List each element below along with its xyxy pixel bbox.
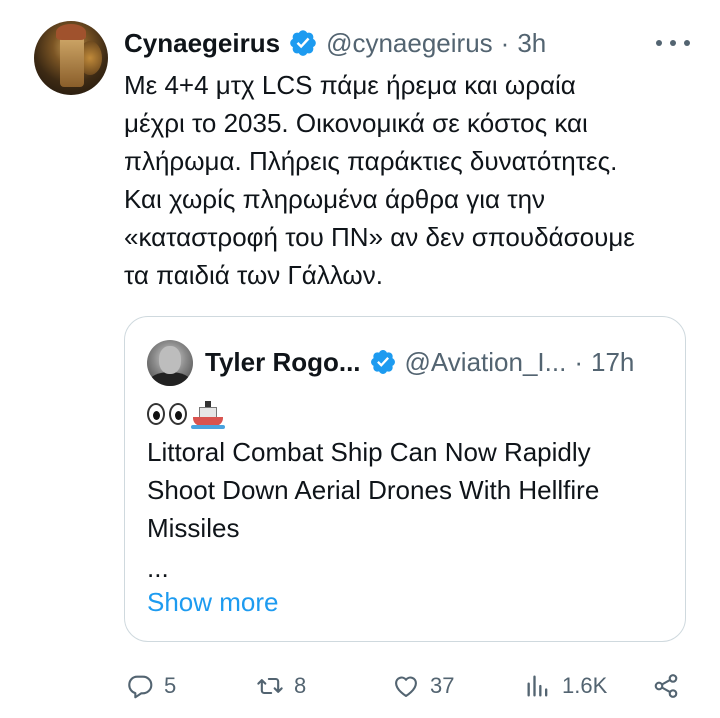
share-button[interactable]	[652, 664, 680, 708]
verified-badge-icon[interactable]	[369, 348, 397, 376]
more-options-icon[interactable]	[656, 38, 690, 48]
quoted-tweet-card[interactable]: Tyler Rogo... @Aviation_I... · 17h Litto…	[124, 316, 686, 642]
tweet-actions-bar: 5 8 37 1.6K	[124, 664, 694, 708]
header-separator: ·	[500, 27, 510, 58]
views-button[interactable]: 1.6K	[524, 664, 607, 708]
tweet-text-line: Με 4+4 μτχ LCS πάμε ήρεμα και ωραία	[124, 70, 576, 100]
quoted-author-avatar[interactable]	[147, 340, 193, 386]
author-name[interactable]: Cynaegeirus	[124, 28, 280, 59]
quoted-text-ellipsis: ...	[147, 553, 169, 583]
quoted-tweet-header: Tyler Rogo... @Aviation_I... · 17h	[205, 344, 634, 380]
avatar-face-shape	[159, 346, 181, 374]
tweet-text-line: πλήρωμα. Πλήρεις παράκτιες δυνατότητες.	[124, 146, 618, 176]
reply-count: 5	[164, 673, 177, 698]
quoted-text-line: Shoot Down Aerial Drones With Hellfire	[147, 475, 600, 505]
retweet-icon	[257, 677, 283, 695]
quoted-text-line: Missiles	[147, 513, 240, 543]
tweet-text-line: μέχρι το 2035. Οικονομικά σε κόστος και	[124, 108, 588, 138]
retweet-button[interactable]: 8	[256, 664, 306, 708]
retweet-count: 8	[294, 673, 307, 698]
reply-button[interactable]: 5	[126, 664, 176, 708]
tweet-text-line: Και χωρίς πληρωμένα άρθρα για την	[124, 184, 546, 214]
header-separator: ·	[574, 346, 583, 377]
quoted-author-name[interactable]: Tyler Rogo...	[205, 347, 361, 378]
eyes-emoji-icon	[147, 403, 165, 425]
tweet-header: Cynaegeirus @cynaegeirus · 3h	[124, 26, 546, 60]
show-more-link[interactable]: Show more	[147, 585, 279, 619]
ship-emoji-icon	[191, 399, 225, 429]
quoted-text-line: Littoral Combat Ship Can Now Rapidly	[147, 437, 591, 467]
views-count: 1.6K	[562, 673, 608, 698]
author-handle[interactable]: @cynaegeirus	[326, 28, 493, 59]
views-icon	[527, 675, 548, 697]
reply-icon	[128, 675, 153, 699]
quoted-tweet-text: Littoral Combat Ship Can Now Rapidly Sho…	[147, 433, 667, 547]
tweet-timestamp[interactable]: 3h	[517, 28, 546, 59]
like-button[interactable]: 37	[392, 664, 454, 708]
emoji-row	[147, 397, 225, 431]
quoted-author-handle[interactable]: @Aviation_I...	[405, 347, 567, 378]
avatar-helmet-shape	[56, 24, 86, 40]
avatar-body-shape	[149, 372, 191, 386]
tweet-text: Με 4+4 μτχ LCS πάμε ήρεμα και ωραία μέχρ…	[124, 66, 694, 294]
like-icon	[395, 676, 417, 697]
tweet-text-line: τα παιδιά των Γάλλων.	[124, 260, 383, 290]
verified-badge-icon[interactable]	[288, 28, 318, 58]
quoted-tweet-timestamp[interactable]: 17h	[591, 347, 634, 378]
eyes-emoji-icon	[169, 403, 187, 425]
like-count: 37	[430, 673, 455, 698]
share-icon	[654, 674, 678, 698]
tweet-text-line: «καταστροφή του ΠΝ» αν δεν σπουδάσουμε	[124, 222, 635, 252]
author-avatar[interactable]	[34, 21, 108, 95]
